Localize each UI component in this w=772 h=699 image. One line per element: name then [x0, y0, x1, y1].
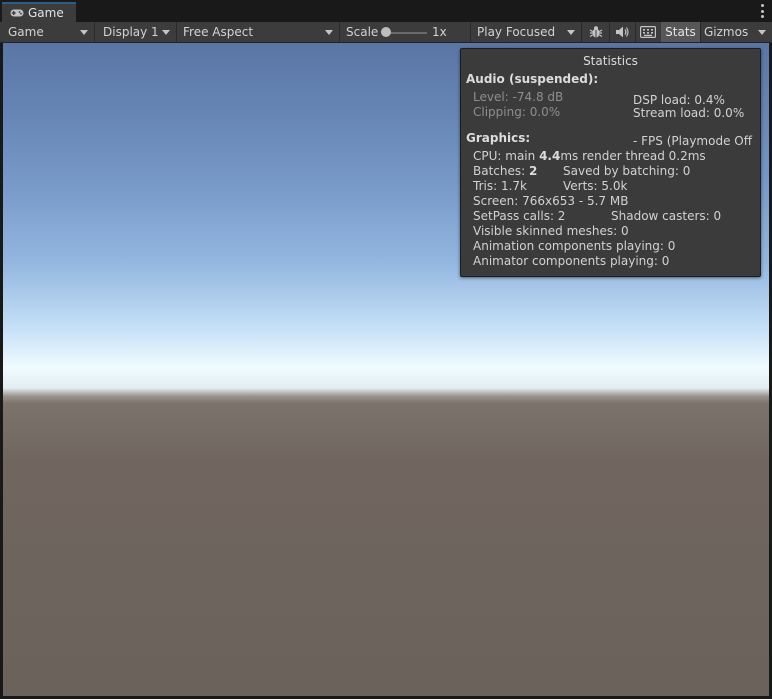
cpu-main-value: 4.4 [539, 149, 561, 163]
batches-value: 2 [529, 164, 538, 178]
screen-stats: Screen: 766x653 - 5.7 MB [473, 194, 629, 208]
tab-game[interactable]: Game [2, 2, 76, 22]
scale-label: Scale [346, 25, 379, 39]
cpu-prefix: CPU: main [473, 149, 540, 163]
graphics-heading: Graphics: [466, 131, 531, 145]
cpu-stats: CPU: main 4.4ms render thread 0.2ms [473, 149, 706, 163]
audio-clipping: Clipping: 0.0% [473, 105, 561, 119]
tab-label: Game [28, 6, 64, 20]
mode-dropdown[interactable]: Game [2, 22, 95, 42]
game-toolbar: Game Display 1 Free Aspect Scale 1x Play… [0, 22, 772, 43]
shadow-casters: Shadow casters: 0 [611, 209, 722, 223]
animation-components: Animation components playing: 0 [473, 239, 676, 253]
chevron-down-icon [162, 30, 170, 35]
gamepad-icon [10, 8, 24, 18]
audio-level: Level: -74.8 dB [473, 90, 564, 104]
bug-icon[interactable] [583, 22, 610, 42]
more-options-icon[interactable] [760, 4, 764, 18]
play-mode-dropdown[interactable]: Play Focused [471, 22, 582, 42]
skinned-meshes: Visible skinned meshes: 0 [473, 224, 629, 238]
gizmos-button[interactable]: Gizmos [700, 22, 770, 42]
tab-bar: Game [0, 0, 772, 22]
audio-icon[interactable] [609, 22, 636, 42]
batches: Batches: 2 [473, 164, 537, 178]
stream-load: Stream load: 0.0% [633, 106, 745, 120]
mode-dropdown-label: Game [8, 25, 44, 39]
scale-slider-handle[interactable] [381, 27, 391, 37]
setpass-calls: SetPass calls: 2 [473, 209, 566, 223]
chevron-down-icon [325, 30, 333, 35]
audio-heading: Audio (suspended): [466, 72, 599, 86]
scale-slider-track[interactable] [385, 32, 427, 34]
fps-readout: - FPS (Playmode Off [633, 134, 752, 148]
aspect-dropdown[interactable]: Free Aspect [177, 22, 340, 42]
chevron-down-icon [567, 30, 575, 35]
aspect-dropdown-label: Free Aspect [183, 25, 254, 39]
game-window: Game Game Display 1 Free Aspect Scale 1x… [0, 0, 772, 699]
chevron-down-icon[interactable] [758, 30, 766, 35]
display-dropdown[interactable]: Display 1 [97, 22, 177, 42]
scale-control: Scale 1x [340, 22, 471, 42]
cpu-suffix: ms render thread 0.2ms [560, 149, 706, 163]
animator-components: Animator components playing: 0 [473, 254, 670, 268]
stats-title: Statistics [583, 54, 638, 68]
chevron-down-icon [80, 30, 88, 35]
verts: Verts: 5.0k [563, 179, 628, 193]
tris: Tris: 1.7k [473, 179, 527, 193]
saved-by-batching: Saved by batching: 0 [563, 164, 691, 178]
display-dropdown-label: Display 1 [103, 25, 159, 39]
keyboard-icon[interactable] [635, 22, 662, 42]
stats-button-label: Stats [665, 25, 696, 39]
stats-button[interactable]: Stats [661, 22, 701, 42]
play-mode-label: Play Focused [477, 25, 556, 39]
dsp-load: DSP load: 0.4% [633, 93, 725, 107]
statistics-panel: Statistics Audio (suspended): Level: -74… [460, 48, 761, 277]
batches-prefix: Batches: [473, 164, 529, 178]
scale-value: 1x [432, 25, 447, 39]
gizmos-button-label: Gizmos [704, 25, 749, 39]
